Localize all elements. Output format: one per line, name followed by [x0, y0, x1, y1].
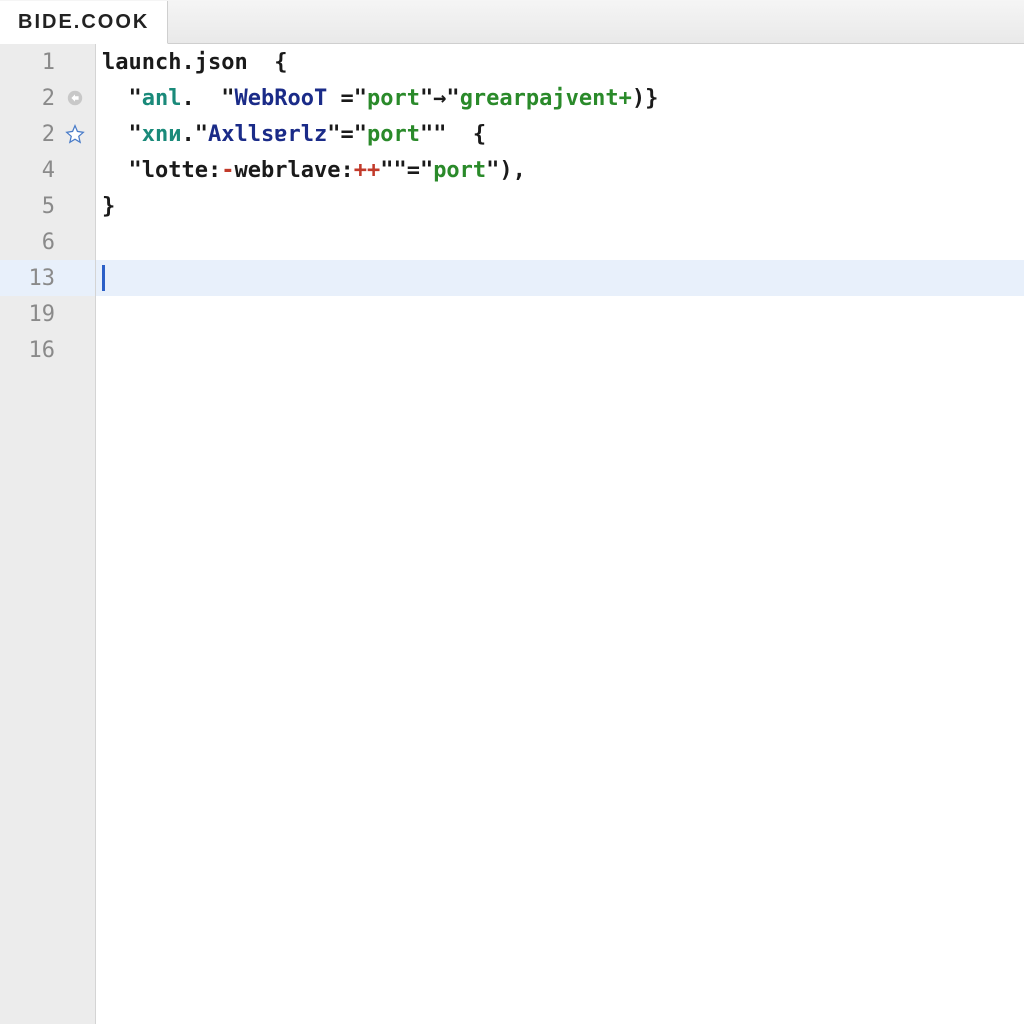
code-token: ": [102, 158, 142, 183]
code-token: "→": [420, 86, 460, 111]
line-number: 2: [15, 122, 55, 147]
line-number: 5: [15, 194, 55, 219]
tab-active[interactable]: BIDE.COOK: [0, 1, 168, 44]
line-number: 19: [15, 302, 55, 327]
gutter-row[interactable]: 2: [0, 80, 95, 116]
star-icon[interactable]: [61, 124, 89, 144]
code-token: . ": [182, 86, 235, 111]
code-token: anl: [142, 86, 182, 111]
code-token: ++: [354, 158, 381, 183]
tab-bar: BIDE.COOK: [0, 0, 1024, 44]
code-line[interactable]: launch.json {: [96, 44, 1024, 80]
circle-arrow-icon[interactable]: [61, 89, 89, 107]
code-token: port: [367, 86, 420, 111]
gutter: 1 2 2 4 5 6 13: [0, 44, 96, 1024]
gutter-row[interactable]: 16: [0, 332, 95, 368]
code-token: "=": [327, 122, 367, 147]
gutter-row-active[interactable]: 13: [0, 260, 95, 296]
code-token: {: [248, 50, 288, 75]
code-line[interactable]: "lotte:-webrlave:++""="port"),: [96, 152, 1024, 188]
code-token: -: [221, 158, 234, 183]
code-token: lotte:: [142, 158, 221, 183]
code-token: launch.json: [102, 50, 248, 75]
code-token: "" {: [420, 122, 486, 147]
code-token: ": [102, 122, 142, 147]
code-area[interactable]: launch.json { "anl. "WebRooT ="port"→"gr…: [96, 44, 1024, 1024]
editor: 1 2 2 4 5 6 13: [0, 44, 1024, 1024]
line-number: 2: [15, 86, 55, 111]
gutter-row[interactable]: 6: [0, 224, 95, 260]
gutter-row[interactable]: 2: [0, 116, 95, 152]
code-token: }: [102, 194, 115, 219]
code-line[interactable]: "xnи."Axllsɐrlz"="port"" {: [96, 116, 1024, 152]
code-line[interactable]: [96, 224, 1024, 260]
code-token: =": [327, 86, 367, 111]
code-line[interactable]: [96, 332, 1024, 368]
code-token: )}: [632, 86, 659, 111]
line-number: 6: [15, 230, 55, 255]
line-number: 13: [15, 266, 55, 291]
code-token: grearpajvent+: [460, 86, 632, 111]
code-token: xnи: [142, 122, 182, 147]
text-cursor: [102, 265, 105, 291]
line-number: 16: [15, 338, 55, 363]
code-token: port: [433, 158, 486, 183]
code-token: Axllsɐrlz: [208, 122, 327, 147]
code-token: ""=": [380, 158, 433, 183]
code-token: ": [102, 86, 142, 111]
gutter-row[interactable]: 5: [0, 188, 95, 224]
code-token: webrlave:: [234, 158, 353, 183]
code-token: WebRooT: [234, 86, 327, 111]
tab-title: BIDE.COOK: [18, 11, 149, 34]
code-line[interactable]: }: [96, 188, 1024, 224]
code-token: .": [182, 122, 209, 147]
line-number: 4: [15, 158, 55, 183]
line-number: 1: [15, 50, 55, 75]
code-line[interactable]: [96, 296, 1024, 332]
gutter-row[interactable]: 19: [0, 296, 95, 332]
code-token: port: [367, 122, 420, 147]
gutter-row[interactable]: 4: [0, 152, 95, 188]
code-line[interactable]: "anl. "WebRooT ="port"→"grearpajvent+)}: [96, 80, 1024, 116]
code-line[interactable]: [96, 260, 1024, 296]
code-token: "),: [486, 158, 526, 183]
gutter-row[interactable]: 1: [0, 44, 95, 80]
